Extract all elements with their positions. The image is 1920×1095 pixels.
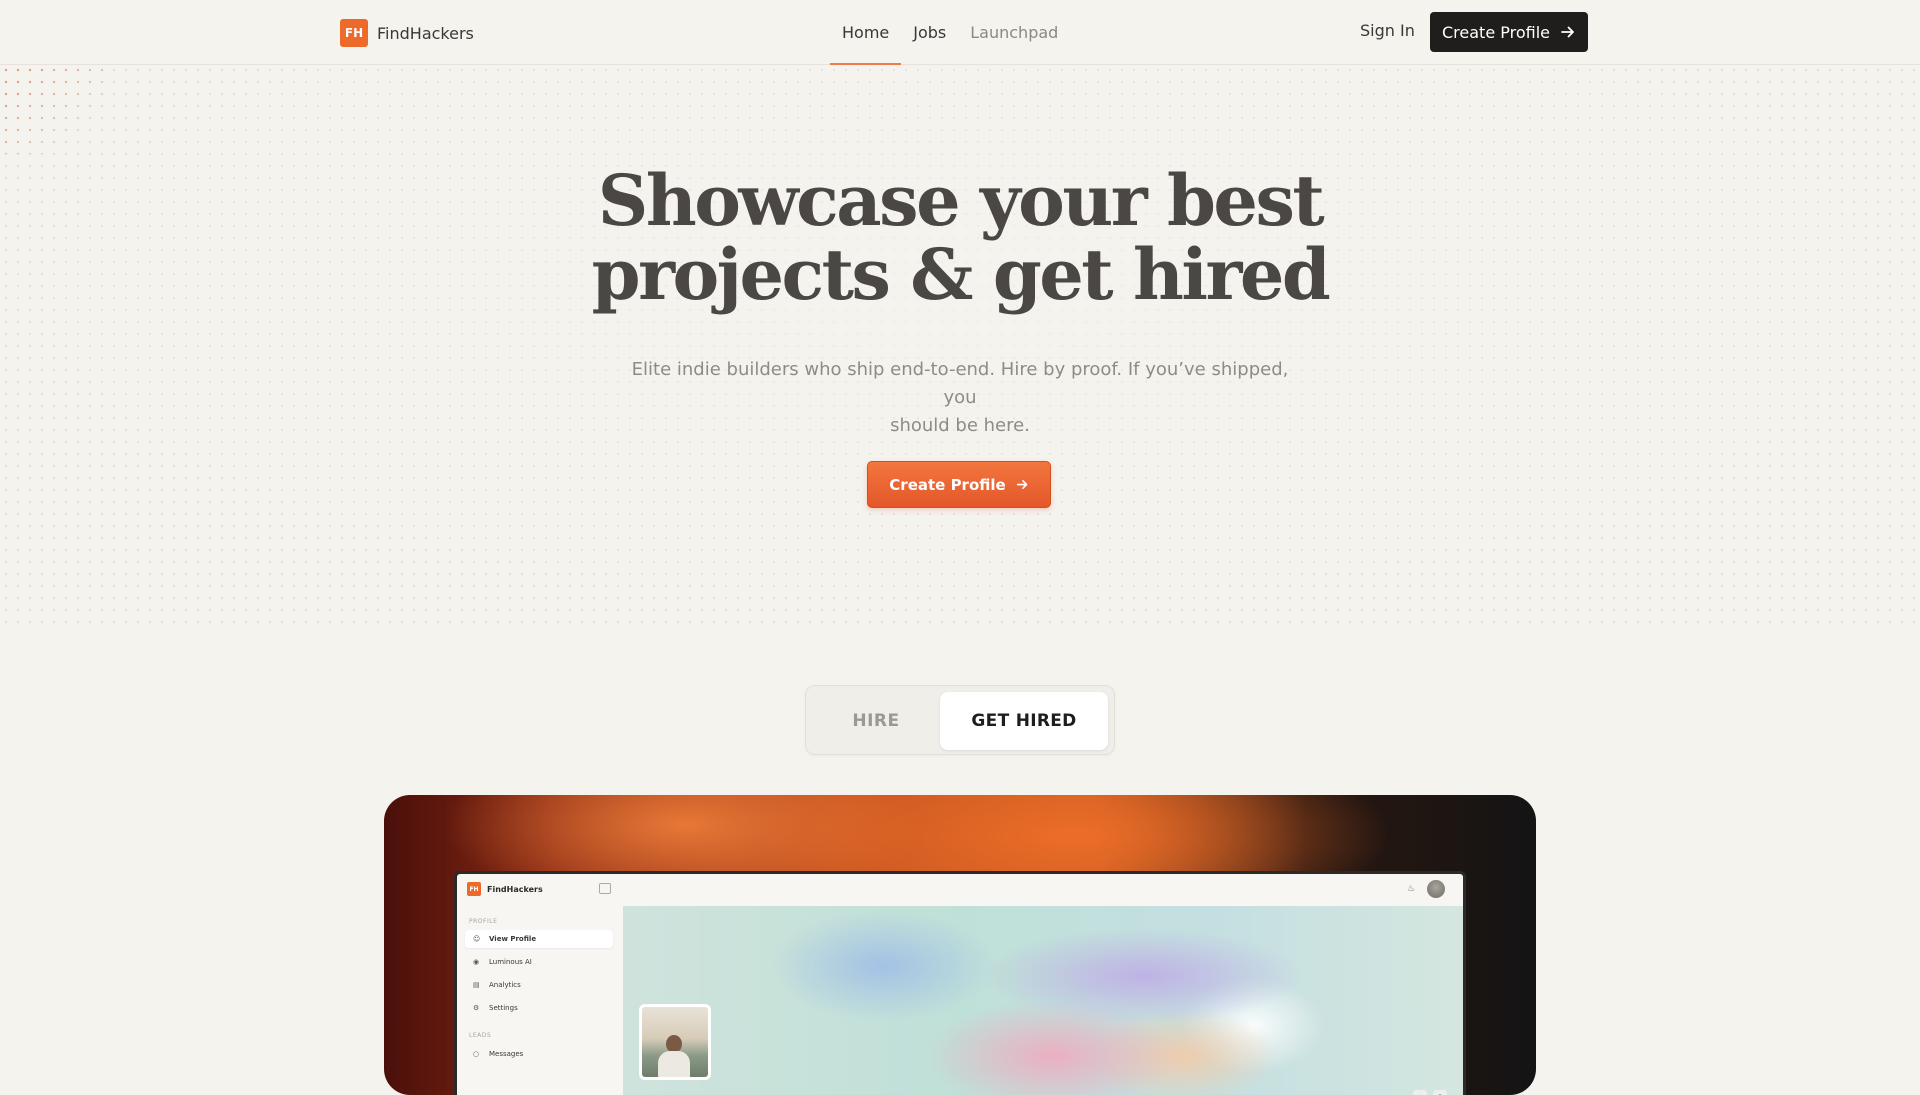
- nav-link-jobs[interactable]: Jobs: [901, 0, 958, 64]
- brand-name: FindHackers: [377, 23, 474, 43]
- app-preview-header: FH FindHackers ♨: [457, 874, 1463, 906]
- hero-subtitle-line-1: Elite indie builders who ship end-to-end…: [631, 359, 1289, 408]
- sidebar-section-leads: LEADS: [469, 1032, 492, 1039]
- hero-title: Showcase your best projects & get hired: [560, 164, 1360, 312]
- toggle-hire[interactable]: HIRE: [814, 692, 938, 750]
- hero-subtitle-line-2: should be here.: [890, 415, 1030, 436]
- user-icon: ☺: [473, 935, 481, 943]
- nav-link-home[interactable]: Home: [830, 0, 902, 65]
- app-preview-brand: FindHackers: [487, 884, 543, 894]
- sidebar-item-label: Settings: [489, 1004, 518, 1012]
- sidebar-item-label: View Profile: [489, 935, 537, 943]
- brand-logo[interactable]: FH FindHackers: [340, 19, 474, 47]
- app-preview-badge: FH: [467, 882, 481, 896]
- settings-icon: ⊙: [1433, 1090, 1447, 1095]
- sidebar-item-label: Messages: [489, 1050, 524, 1058]
- arrow-right-icon: [1561, 26, 1574, 38]
- globe-icon: ◉: [473, 958, 480, 966]
- profile-banner: △ ⊙: [623, 906, 1463, 1095]
- profile-photo: [639, 1004, 711, 1080]
- sidebar-item-label: Analytics: [489, 981, 521, 989]
- dot-grid-background: [0, 64, 1920, 624]
- sidebar-item-settings: ⚙ Settings: [465, 999, 613, 1017]
- toggle-get-hired[interactable]: GET HIRED: [940, 692, 1108, 750]
- sidebar-item-messages: ○ Messages: [465, 1045, 613, 1063]
- bell-icon: ♨: [1407, 884, 1416, 894]
- gear-icon: ⚙: [473, 1004, 480, 1012]
- nav-links: Home Jobs Launchpad: [830, 0, 1070, 65]
- shield-icon: △: [1413, 1090, 1427, 1095]
- sidebar-toggle-icon: [599, 883, 611, 894]
- chart-icon: ▤: [473, 981, 480, 989]
- product-showcase: FH FindHackers ♨ PROFILE ☺ View Profile …: [384, 795, 1536, 1095]
- arrow-right-icon: [1016, 480, 1028, 489]
- nav-create-profile-label: Create Profile: [1442, 22, 1550, 42]
- sidebar-section-profile: PROFILE: [469, 918, 498, 925]
- sidebar-item-label: Luminous AI: [489, 958, 532, 966]
- avatar: [1427, 880, 1445, 898]
- nav-link-launchpad[interactable]: Launchpad: [958, 0, 1070, 64]
- app-preview-window: FH FindHackers ♨ PROFILE ☺ View Profile …: [454, 871, 1466, 1095]
- app-preview-sidebar: PROFILE ☺ View Profile ◉ Luminous AI ▤ A…: [457, 906, 622, 1095]
- hire-mode-toggle: HIRE GET HIRED: [805, 685, 1115, 755]
- sidebar-item-view-profile: ☺ View Profile: [465, 930, 613, 948]
- message-icon: ○: [473, 1050, 480, 1058]
- sidebar-item-analytics: ▤ Analytics: [465, 976, 613, 994]
- sign-in-link[interactable]: Sign In: [1360, 21, 1415, 40]
- sidebar-item-luminous-ai: ◉ Luminous AI: [465, 953, 613, 971]
- hero-create-profile-button[interactable]: Create Profile: [867, 461, 1051, 508]
- hero-create-profile-label: Create Profile: [889, 475, 1006, 494]
- logo-badge: FH: [340, 19, 368, 47]
- app-preview-logo: FH FindHackers: [467, 882, 543, 896]
- photo-person-body: [658, 1051, 690, 1077]
- hero-subtitle: Elite indie builders who ship end-to-end…: [620, 356, 1300, 440]
- hero-title-line-2: projects & get hired: [591, 233, 1331, 316]
- hero-title-line-1: Showcase your best: [597, 159, 1325, 242]
- top-nav: FH FindHackers Home Jobs Launchpad Sign …: [0, 0, 1920, 65]
- accent-dot-pattern: [0, 64, 110, 154]
- nav-create-profile-button[interactable]: Create Profile: [1430, 12, 1588, 52]
